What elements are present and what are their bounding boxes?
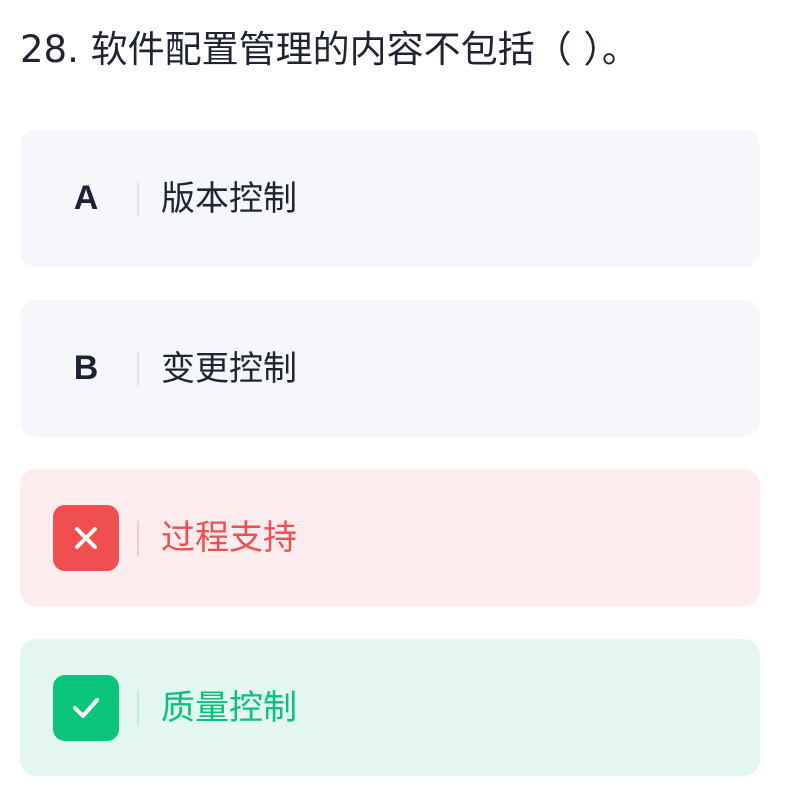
option-a-marker: A — [53, 166, 119, 232]
check-icon — [53, 674, 119, 741]
option-divider — [137, 690, 139, 725]
quiz-page: 28. 软件配置管理的内容不包括（ ）。 A 版本控制 B 变更控制 过程支持 … — [0, 0, 789, 796]
check-icon-glyph — [73, 697, 99, 718]
option-a-text: 版本控制 — [161, 178, 297, 219]
option-d-text: 质量控制 — [161, 687, 297, 728]
close-icon — [53, 504, 119, 571]
option-b[interactable]: B 变更控制 — [20, 300, 760, 437]
option-d-correct[interactable]: 质量控制 — [20, 639, 760, 776]
option-c-wrong[interactable]: 过程支持 — [20, 469, 760, 606]
option-divider — [137, 351, 139, 386]
option-a[interactable]: A 版本控制 — [20, 130, 760, 267]
option-divider — [137, 520, 139, 555]
option-b-marker: B — [53, 336, 119, 402]
option-b-letter: B — [73, 349, 99, 387]
option-c-text: 过程支持 — [161, 517, 297, 558]
option-divider — [137, 181, 139, 216]
option-b-text: 变更控制 — [161, 348, 297, 389]
close-icon-glyph — [75, 526, 97, 549]
question-text: 28. 软件配置管理的内容不包括（ ）。 — [20, 28, 639, 71]
option-a-letter: A — [73, 179, 99, 217]
